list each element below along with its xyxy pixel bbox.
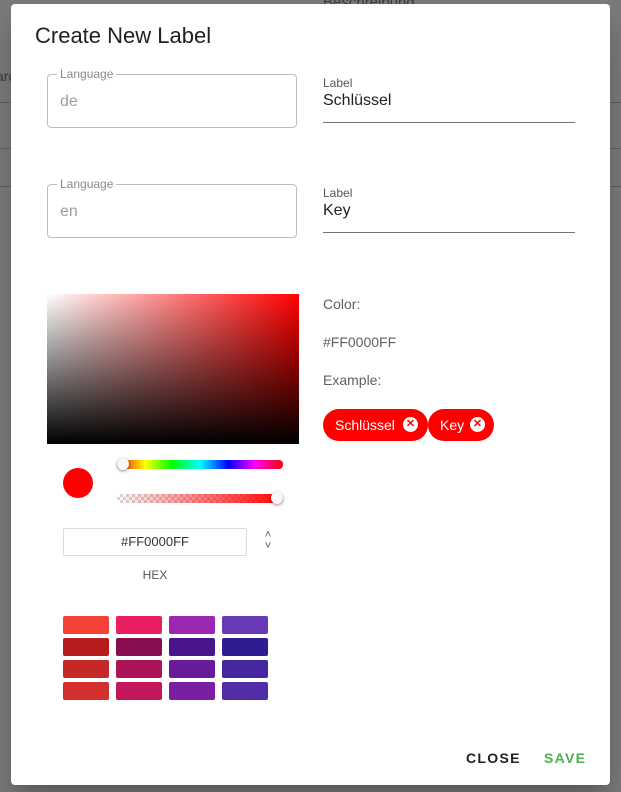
label-field-en[interactable]: Label Key (323, 186, 575, 233)
color-swatch[interactable] (169, 638, 215, 656)
color-swatch[interactable] (222, 638, 268, 656)
saturation-value-area[interactable] (47, 294, 299, 444)
color-swatch[interactable] (116, 660, 162, 678)
color-swatch[interactable] (116, 682, 162, 700)
example-chip[interactable]: Key ✕ (428, 409, 494, 441)
format-toggle-button[interactable]: ˄ ˅ (261, 530, 275, 556)
dialog-title: Create New Label (35, 23, 212, 48)
hue-slider-handle[interactable] (117, 458, 129, 470)
example-label: Example: (323, 372, 382, 388)
label-field-caption: Label (323, 186, 353, 200)
alpha-slider[interactable] (117, 492, 283, 504)
create-label-dialog: Create New Label Language de Label Schlü… (11, 4, 610, 785)
alpha-slider-handle[interactable] (271, 492, 283, 504)
label-field-value[interactable]: Key (323, 202, 351, 220)
language-field-en[interactable]: Language en (47, 178, 297, 238)
color-swatch[interactable] (63, 660, 109, 678)
language-field-de[interactable]: Language de (47, 68, 297, 128)
chevron-down-icon: ˅ (264, 540, 272, 552)
color-preview (63, 468, 93, 498)
close-button[interactable]: CLOSE (466, 750, 521, 766)
chip-label: Key (440, 417, 465, 433)
hue-slider[interactable] (117, 458, 283, 470)
example-chip[interactable]: Schlüssel ✕ (323, 409, 428, 441)
swatch-palette: ▲ ▼ (47, 602, 299, 702)
color-swatch[interactable] (63, 616, 109, 634)
color-swatch[interactable] (116, 638, 162, 656)
language-field-label: Language (57, 68, 117, 81)
color-swatch[interactable] (63, 682, 109, 700)
color-swatch[interactable] (116, 616, 162, 634)
color-swatch[interactable] (222, 616, 268, 634)
label-field-de[interactable]: Label Schlüssel (323, 76, 575, 123)
label-field-caption: Label (323, 76, 353, 90)
language-field-label: Language (57, 178, 117, 191)
language-field-value: en (60, 203, 78, 220)
hex-input[interactable]: #FF0000FF (63, 528, 247, 556)
color-label: Color: (323, 296, 361, 312)
label-field-value[interactable]: Schlüssel (323, 92, 391, 110)
color-value: #FF0000FF (323, 334, 397, 350)
save-button[interactable]: SAVE (544, 750, 586, 766)
close-circle-icon[interactable]: ✕ (403, 417, 418, 432)
close-circle-icon[interactable]: ✕ (470, 417, 485, 432)
color-swatch[interactable] (222, 660, 268, 678)
language-field-value: de (60, 93, 78, 110)
color-swatch[interactable] (169, 682, 215, 700)
hex-format-label: HEX (142, 568, 168, 582)
color-swatch[interactable] (222, 682, 268, 700)
chip-label: Schlüssel (335, 417, 395, 433)
color-swatch[interactable] (169, 616, 215, 634)
color-swatch[interactable] (169, 660, 215, 678)
color-swatch[interactable] (63, 638, 109, 656)
